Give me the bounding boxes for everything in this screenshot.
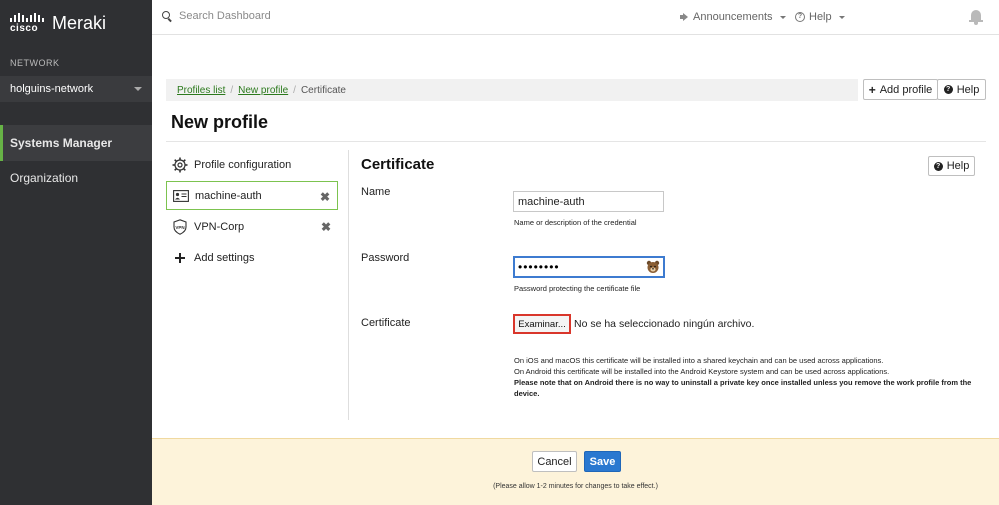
browse-file-button[interactable]: Examinar... bbox=[513, 314, 571, 334]
page-title: New profile bbox=[171, 112, 269, 132]
payload-list: Profile configuration machine-auth ✖ VPN… bbox=[166, 150, 338, 274]
help-button[interactable]: ? Help bbox=[937, 79, 986, 100]
cisco-bars-icon bbox=[10, 12, 44, 22]
help-label: Help bbox=[809, 11, 832, 23]
password-help-text: Password protecting the certificate file bbox=[514, 284, 641, 293]
divider bbox=[348, 150, 349, 420]
network-name: holguins-network bbox=[10, 83, 94, 95]
save-button[interactable]: Save bbox=[584, 451, 621, 472]
question-circle-icon: ? bbox=[795, 12, 805, 22]
megaphone-icon bbox=[680, 13, 689, 21]
svg-text:VPN: VPN bbox=[175, 225, 184, 230]
nav-organization[interactable]: Organization bbox=[0, 160, 152, 196]
payload-label: VPN-Corp bbox=[194, 220, 245, 233]
password-field-wrapper bbox=[513, 256, 665, 278]
name-label: Name bbox=[361, 186, 391, 198]
notifications-bell-icon[interactable] bbox=[969, 9, 983, 25]
announcements-label: Announcements bbox=[693, 11, 773, 23]
plus-icon bbox=[172, 250, 188, 266]
breadcrumb-new-profile[interactable]: New profile bbox=[238, 85, 288, 96]
payload-profile-configuration[interactable]: Profile configuration bbox=[166, 150, 338, 179]
vpn-shield-icon: VPN bbox=[172, 218, 188, 235]
password-manager-bear-icon[interactable] bbox=[646, 260, 660, 274]
payload-label: Add settings bbox=[194, 251, 255, 264]
breadcrumb-separator: / bbox=[230, 84, 234, 96]
nav-label: Organization bbox=[10, 171, 79, 185]
remove-icon[interactable]: ✖ bbox=[321, 220, 331, 234]
meraki-wordmark: Meraki bbox=[52, 12, 107, 33]
gear-icon bbox=[172, 157, 188, 173]
payload-vpn-corp[interactable]: VPN VPN-Corp ✖ bbox=[166, 212, 338, 241]
add-settings-button[interactable]: Add settings bbox=[166, 243, 338, 272]
question-circle-icon: ? bbox=[933, 161, 943, 171]
payload-machine-auth[interactable]: machine-auth ✖ bbox=[166, 181, 338, 210]
certificate-notes: On iOS and macOS this certificate will b… bbox=[514, 355, 984, 399]
file-status-text: No se ha seleccionado ningún archivo. bbox=[574, 318, 755, 330]
network-caption: NETWORK bbox=[10, 58, 60, 68]
cisco-wordmark: cisco bbox=[10, 22, 39, 34]
chevron-down-icon bbox=[779, 15, 786, 19]
nav-label: Systems Manager bbox=[10, 136, 113, 150]
question-circle-icon: ? bbox=[943, 85, 953, 94]
note-android: On Android this certificate will be inst… bbox=[514, 367, 890, 376]
nav-systems-manager[interactable]: Systems Manager bbox=[0, 125, 152, 161]
chevron-down-icon bbox=[838, 15, 845, 19]
payload-label: machine-auth bbox=[195, 189, 262, 202]
certificate-label: Certificate bbox=[361, 317, 411, 329]
network-selector[interactable]: holguins-network bbox=[0, 76, 152, 102]
breadcrumb: Profiles list / New profile / Certificat… bbox=[166, 79, 858, 101]
save-note: (Please allow 1-2 minutes for changes to… bbox=[493, 483, 658, 490]
announcements-menu[interactable]: Announcements bbox=[680, 11, 786, 23]
breadcrumb-profiles-list[interactable]: Profiles list bbox=[177, 85, 225, 96]
note-android-warning: Please note that on Android there is no … bbox=[514, 378, 972, 398]
id-card-icon bbox=[173, 188, 189, 204]
help-menu[interactable]: ? Help bbox=[795, 11, 845, 23]
search-input[interactable] bbox=[179, 10, 379, 22]
cisco-logo: cisco bbox=[10, 12, 44, 34]
password-field[interactable] bbox=[515, 258, 635, 276]
divider bbox=[166, 141, 986, 142]
section-help-button[interactable]: ? Help bbox=[928, 156, 975, 176]
section-title: Certificate bbox=[361, 156, 435, 173]
note-ios-macos: On iOS and macOS this certificate will b… bbox=[514, 356, 884, 365]
left-sidebar: cisco Meraki NETWORK holguins-network Sy… bbox=[0, 0, 152, 505]
remove-icon[interactable]: ✖ bbox=[320, 190, 330, 204]
breadcrumb-separator: / bbox=[293, 84, 296, 96]
save-bar: Cancel Save (Please allow 1-2 minutes fo… bbox=[152, 438, 999, 505]
search-box bbox=[162, 10, 379, 22]
top-bar: Announcements ? Help bbox=[152, 0, 999, 35]
breadcrumb-certificate: Certificate bbox=[300, 84, 346, 96]
cisco-meraki-logo[interactable]: cisco Meraki bbox=[10, 12, 106, 34]
plus-icon: + bbox=[868, 82, 876, 97]
password-label: Password bbox=[361, 252, 410, 264]
add-profile-label: Add profile bbox=[879, 83, 933, 96]
help-label: Help bbox=[956, 83, 980, 96]
add-profile-button[interactable]: + Add profile bbox=[863, 79, 938, 100]
chevron-down-icon bbox=[134, 87, 142, 91]
payload-label: Profile configuration bbox=[194, 158, 292, 171]
cancel-button[interactable]: Cancel bbox=[532, 451, 577, 472]
name-field[interactable] bbox=[513, 191, 664, 212]
search-icon bbox=[162, 11, 172, 21]
help-label: Help bbox=[946, 160, 970, 172]
name-help-text: Name or description of the credential bbox=[514, 218, 637, 227]
